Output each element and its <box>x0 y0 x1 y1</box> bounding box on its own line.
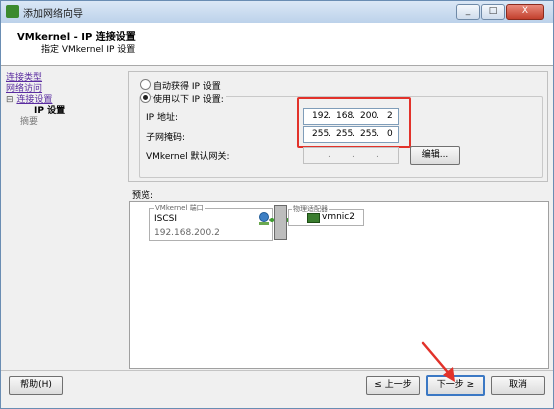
subnet-mask-label: 子网掩码: <box>146 133 186 143</box>
auto-ip-label[interactable]: 自动获得 IP 设置 <box>153 79 221 92</box>
maximize-button[interactable]: □ <box>481 4 505 20</box>
wizard-header: VMkernel - IP 连接设置 指定 VMkernel IP 设置 <box>1 23 553 66</box>
wizard-nav: 连接类型 网络访问 ⊟ 连接设置 IP 设置 摘要 <box>6 73 121 128</box>
vmkernel-port-title: VMkernel 端口 <box>154 203 205 213</box>
vmkernel-ip: 192.168.200.2 <box>154 228 220 238</box>
gateway-input: . . . <box>303 147 399 164</box>
gateway-dot: . <box>376 150 379 160</box>
virtual-switch-icon <box>274 205 287 240</box>
footer-divider <box>1 370 553 371</box>
annotation-arrow-icon <box>421 341 455 382</box>
cancel-button[interactable]: 取消 <box>491 376 545 395</box>
wizard-window: 添加网络向导 _ □ X VMkernel - IP 连接设置 指定 VMker… <box>0 0 554 409</box>
manual-ip-label[interactable]: 使用以下 IP 设置: <box>153 92 226 105</box>
page-title: VMkernel - IP 连接设置 <box>17 32 136 43</box>
nav-item-network-access[interactable]: 网络访问 <box>6 84 121 95</box>
vmkernel-name: ISCSI <box>154 214 178 224</box>
gateway-dot: . <box>328 150 331 160</box>
highlight-box <box>297 97 411 148</box>
edit-gateway-button[interactable]: 编辑... <box>410 146 460 165</box>
manual-ip-radio[interactable] <box>140 92 151 103</box>
gateway-label: VMkernel 默认网关: <box>146 152 230 162</box>
app-icon <box>6 5 19 18</box>
vmkernel-globe-icon <box>259 212 269 222</box>
auto-ip-radio[interactable] <box>140 79 151 90</box>
nic-icon <box>307 213 320 223</box>
back-button[interactable]: ≤ 上一步 <box>366 376 420 395</box>
help-button[interactable]: 帮助(H) <box>9 376 63 395</box>
preview-label: 预览: <box>132 191 154 201</box>
minimize-button[interactable]: _ <box>456 4 480 20</box>
nav-item-summary: 摘要 <box>20 117 39 127</box>
vmkernel-nic-icon <box>259 222 269 225</box>
title-bar[interactable]: 添加网络向导 _ □ X <box>1 1 553 23</box>
nav-item-connection-settings[interactable]: 连接设置 <box>16 95 52 105</box>
window-title: 添加网络向导 <box>23 9 83 20</box>
page-subtitle: 指定 VMkernel IP 设置 <box>41 45 136 55</box>
close-button[interactable]: X <box>506 4 544 20</box>
nav-item-connection-type[interactable]: 连接类型 <box>6 73 121 84</box>
adapter-name: vmnic2 <box>322 212 355 222</box>
collapse-icon[interactable]: ⊟ <box>6 95 14 105</box>
nav-item-ip-settings: IP 设置 <box>34 106 66 116</box>
nav-group-connection-settings[interactable]: ⊟ 连接设置 <box>6 95 121 106</box>
ip-address-label: IP 地址: <box>146 113 178 123</box>
gateway-dot: . <box>352 150 355 160</box>
physical-adapters-box: 物理适配器 vmnic2 <box>288 204 364 226</box>
vmkernel-port-box: VMkernel 端口 ISCSI 192.168.200.2 <box>149 203 273 241</box>
